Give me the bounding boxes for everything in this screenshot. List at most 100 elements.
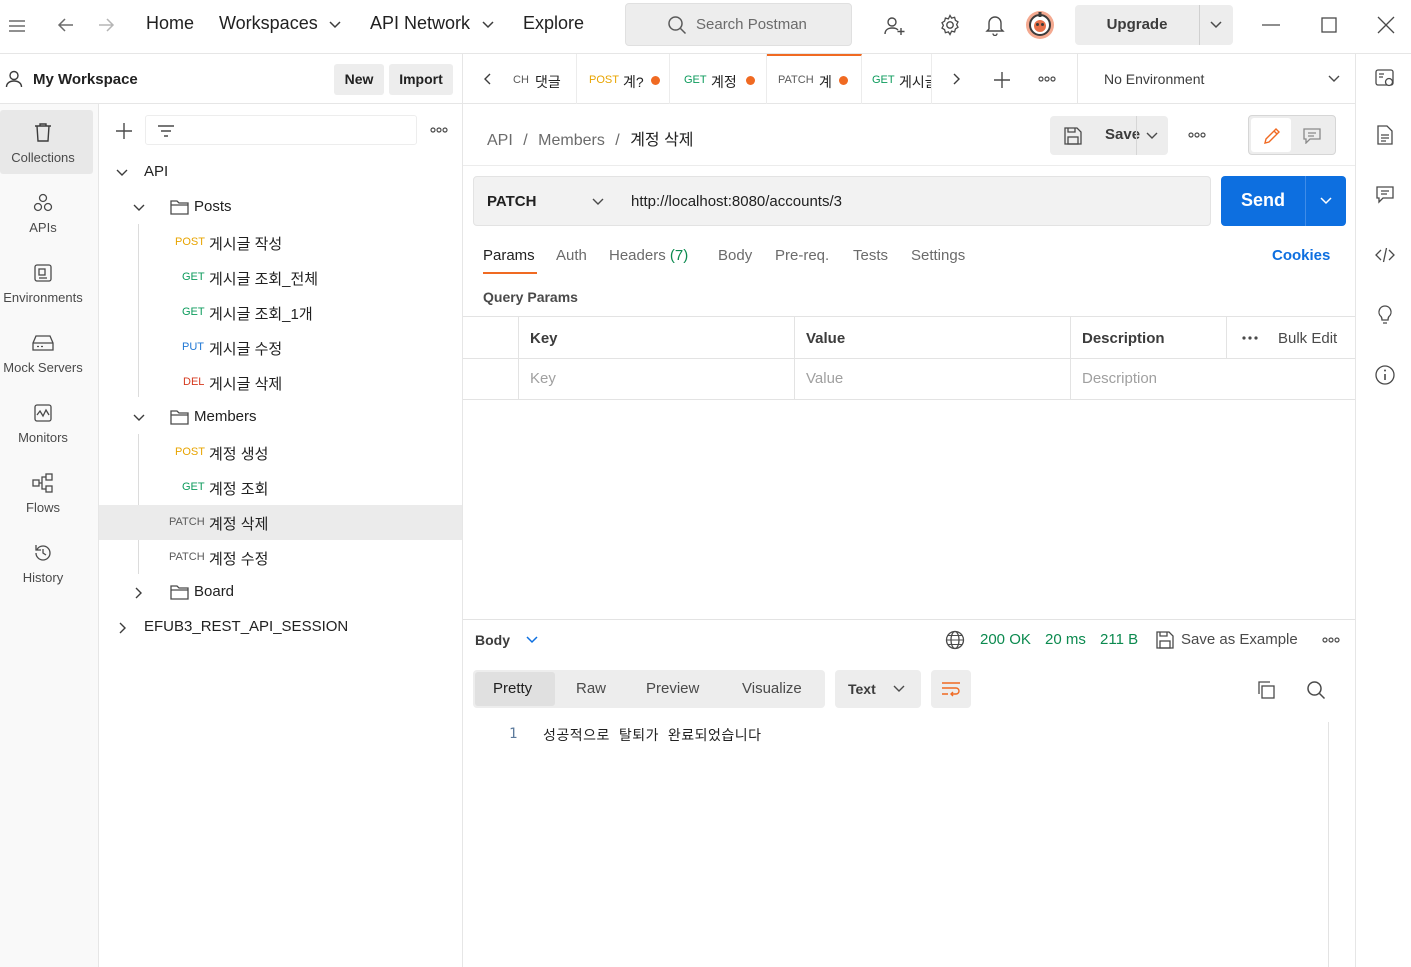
- sidebar-item-history[interactable]: History: [0, 530, 93, 594]
- folder-row[interactable]: Members: [99, 400, 462, 435]
- globe-icon[interactable]: [944, 629, 966, 651]
- status-code[interactable]: 200 OK: [980, 631, 1031, 648]
- request-row[interactable]: POST 게시글 작성: [99, 225, 462, 260]
- page-title[interactable]: 계정 삭제: [630, 132, 693, 149]
- chevron-left-icon[interactable]: [479, 71, 495, 87]
- sidebar-item-mock-servers[interactable]: Mock Servers: [0, 320, 93, 384]
- avatar[interactable]: [1025, 10, 1055, 40]
- sidebar-item-monitors[interactable]: Monitors: [0, 390, 93, 454]
- chevron-down-icon[interactable]: [132, 412, 146, 424]
- cookies-link[interactable]: Cookies: [1272, 247, 1330, 264]
- request-row[interactable]: GET 게시글 조회_전체: [99, 260, 462, 295]
- response-time[interactable]: 20 ms: [1045, 631, 1086, 648]
- plus-icon[interactable]: [991, 69, 1013, 91]
- chevron-down-icon[interactable]: [1199, 5, 1233, 45]
- request-tab[interactable]: POST 계?: [577, 54, 670, 104]
- code-icon[interactable]: [1374, 244, 1396, 266]
- nav-explore[interactable]: Explore: [523, 13, 584, 34]
- chevron-down-icon[interactable]: [524, 633, 540, 647]
- nav-workspaces[interactable]: Workspaces: [219, 13, 318, 34]
- more-options-icon[interactable]: [1036, 69, 1058, 89]
- wrap-lines-button[interactable]: [931, 670, 971, 708]
- gear-icon[interactable]: [938, 13, 962, 37]
- request-row[interactable]: PATCH 계정 수정: [99, 540, 462, 575]
- chevron-right-icon[interactable]: [117, 621, 129, 635]
- copy-icon[interactable]: [1255, 679, 1277, 701]
- tab-headers[interactable]: Headers (7): [609, 247, 688, 264]
- request-row[interactable]: DEL 게시글 삭제: [99, 365, 462, 400]
- key-input[interactable]: Key: [530, 370, 556, 387]
- documentation-icon[interactable]: [1374, 124, 1396, 146]
- chevron-down-icon[interactable]: [326, 16, 344, 34]
- maximize-icon[interactable]: [1318, 14, 1340, 36]
- request-row[interactable]: POST 계정 생성: [99, 435, 462, 470]
- request-tab-active[interactable]: PATCH 계: [767, 54, 862, 104]
- more-options-icon[interactable]: [1186, 125, 1208, 145]
- response-body-label[interactable]: Body: [475, 632, 510, 648]
- tab-prerequest[interactable]: Pre-req.: [775, 247, 829, 264]
- request-tab[interactable]: CH 댓글: [513, 54, 577, 104]
- sidebar-item-apis[interactable]: APIs: [0, 180, 93, 244]
- send-button[interactable]: Send: [1221, 176, 1346, 226]
- request-row[interactable]: PUT 게시글 수정: [99, 330, 462, 365]
- plus-icon[interactable]: [113, 120, 135, 142]
- nav-api-network[interactable]: API Network: [370, 13, 470, 34]
- collection-row[interactable]: EFUB3_REST_API_SESSION: [99, 610, 462, 645]
- more-options-icon[interactable]: [428, 120, 450, 140]
- upgrade-button[interactable]: Upgrade: [1075, 5, 1233, 45]
- invite-user-icon[interactable]: [883, 14, 907, 38]
- folder-row[interactable]: Posts: [99, 190, 462, 225]
- import-button[interactable]: Import: [389, 64, 453, 95]
- tab-preview[interactable]: Preview: [646, 680, 699, 697]
- forward-arrow-icon[interactable]: [95, 14, 117, 36]
- tab-raw[interactable]: Raw: [576, 680, 606, 697]
- save-as-example-button[interactable]: Save as Example: [1181, 631, 1298, 648]
- request-tab[interactable]: GET 계정: [670, 54, 767, 104]
- chevron-right-icon[interactable]: [133, 586, 145, 600]
- minimize-icon[interactable]: [1260, 14, 1282, 36]
- request-row-selected[interactable]: PATCH 계정 삭제: [99, 505, 462, 540]
- response-size[interactable]: 211 B: [1100, 631, 1138, 648]
- breadcrumb-item[interactable]: API: [487, 132, 513, 149]
- back-arrow-icon[interactable]: [55, 14, 77, 36]
- url-input[interactable]: http://localhost:8080/accounts/3: [617, 176, 1211, 226]
- search-icon[interactable]: [1305, 679, 1327, 701]
- filter-input[interactable]: [145, 115, 417, 145]
- bell-icon[interactable]: [983, 13, 1007, 37]
- request-tab[interactable]: GET 게시글: [862, 54, 932, 104]
- request-row[interactable]: GET 게시글 조회_1개: [99, 295, 462, 330]
- new-button[interactable]: New: [334, 64, 384, 95]
- comments-icon[interactable]: [1374, 184, 1396, 206]
- search-bar[interactable]: Search Postman: [625, 3, 852, 46]
- tab-body[interactable]: Body: [718, 247, 752, 264]
- hamburger-menu-icon[interactable]: [6, 15, 28, 37]
- chevron-right-icon[interactable]: [949, 71, 965, 87]
- value-input[interactable]: Value: [806, 370, 843, 387]
- tab-pretty[interactable]: Pretty: [493, 680, 532, 697]
- comment-icon[interactable]: [1301, 125, 1323, 147]
- close-icon[interactable]: [1375, 14, 1397, 36]
- environment-quick-look-icon[interactable]: [1374, 68, 1396, 90]
- description-input[interactable]: Description: [1082, 370, 1157, 387]
- pencil-icon[interactable]: [1261, 125, 1283, 147]
- more-options-icon[interactable]: [1320, 631, 1342, 649]
- tab-params[interactable]: Params: [483, 247, 535, 264]
- tab-visualize[interactable]: Visualize: [742, 680, 802, 697]
- chevron-down-icon[interactable]: [1136, 116, 1168, 155]
- format-select[interactable]: Text: [835, 670, 921, 708]
- sidebar-item-flows[interactable]: Flows: [0, 460, 93, 524]
- lightbulb-icon[interactable]: [1374, 304, 1396, 326]
- response-scrollbar[interactable]: [1328, 722, 1329, 967]
- save-button[interactable]: Save: [1050, 116, 1168, 155]
- tab-auth[interactable]: Auth: [556, 247, 587, 264]
- chevron-down-icon[interactable]: [115, 167, 129, 179]
- tab-settings[interactable]: Settings: [911, 247, 965, 264]
- sidebar-item-environments[interactable]: Environments: [0, 250, 93, 314]
- environment-select[interactable]: No Environment: [1077, 54, 1355, 104]
- chevron-down-icon[interactable]: [479, 16, 497, 34]
- info-icon[interactable]: [1374, 364, 1396, 386]
- tab-tests[interactable]: Tests: [853, 247, 888, 264]
- sidebar-item-collections[interactable]: Collections: [0, 110, 93, 174]
- collection-row[interactable]: API: [99, 155, 462, 190]
- request-row[interactable]: GET 계정 조회: [99, 470, 462, 505]
